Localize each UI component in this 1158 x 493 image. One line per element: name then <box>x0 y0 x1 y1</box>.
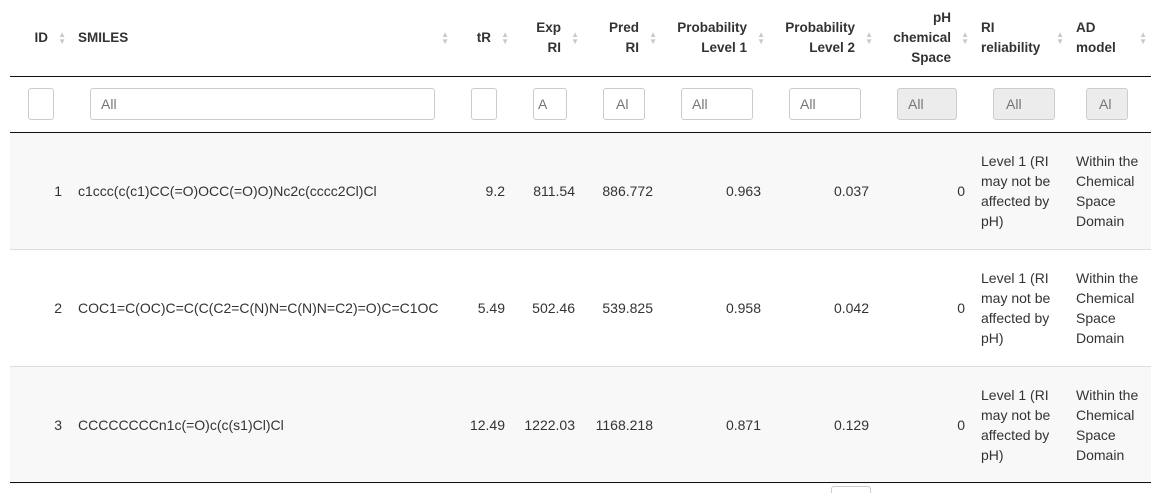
sort-icon[interactable]: ▲ ▼ <box>1056 31 1064 46</box>
cell-ri-reliability: Level 1 (RI may not be affected by pH) <box>973 249 1068 367</box>
cell-ad-model: Within the Chemical Space Domain <box>1068 249 1151 367</box>
filter-input-ri-reliability <box>993 88 1055 120</box>
column-header-label: pH <box>933 10 951 25</box>
sort-icon[interactable]: ▲ ▼ <box>501 31 509 46</box>
column-header-label: Level 2 <box>809 40 855 55</box>
cell-ad-model: Within the Chemical Space Domain <box>1068 366 1151 484</box>
cell-ph-chemical-space: 0 <box>877 249 973 367</box>
column-header-id[interactable]: ID ▲ ▼ <box>10 0 70 77</box>
filter-input-tr[interactable] <box>471 88 497 120</box>
column-header-label: ID <box>34 30 49 45</box>
cell-pred-ri: 886.772 <box>602 183 653 199</box>
column-header-label: Pred <box>608 20 639 35</box>
column-header-label: Probability <box>785 20 855 35</box>
cell-probability-level-1: 0.871 <box>661 366 769 484</box>
cell-smiles: CCCCCCCCn1c(=O)c(c(s1)Cl)Cl <box>70 366 453 484</box>
column-header-label: Space <box>911 50 951 65</box>
cell-probability-level-1: 0.963 <box>725 183 761 199</box>
table-row[interactable]: 2 COC1=C(OC)C=C(C(C2=C(N)N=C(N)N=C2)=O)C… <box>10 249 1151 367</box>
column-header-exp-ri[interactable]: Exp RI ▲ ▼ <box>513 0 583 77</box>
column-header-label: Exp <box>536 20 561 35</box>
table-row[interactable]: 1 c1ccc(c(c1)CC(=O)OCC(=O)O)Nc2c(cccc2Cl… <box>10 132 1151 250</box>
results-table: ID ▲ ▼ SMILES ▲ ▼ tR ▲ ▼ Exp RI ▲ ▼ Pred RI … <box>10 0 1151 484</box>
filter-input-pred-ri[interactable] <box>603 88 645 120</box>
sort-icon[interactable]: ▲ ▼ <box>1139 31 1147 46</box>
filter-cell-exp-ri <box>513 76 583 133</box>
filter-input-smiles[interactable] <box>90 88 435 120</box>
column-header-probability-level-1[interactable]: Probability Level 1 ▲ ▼ <box>661 0 769 77</box>
column-header-label: Level 1 <box>701 40 747 55</box>
column-header-label: reliability <box>981 40 1041 55</box>
column-header-ph-chemical-space[interactable]: pH chemical Space ▲ ▼ <box>877 0 973 77</box>
cell-tr: 12.49 <box>453 366 513 484</box>
column-header-label: model <box>1076 40 1116 55</box>
filter-cell-pred-ri <box>583 76 661 133</box>
filter-input-id[interactable] <box>28 88 54 120</box>
cell-pred-ri: 1168.218 <box>583 366 661 484</box>
cell-exp-ri: 1222.03 <box>513 366 583 484</box>
table-row[interactable]: 3 CCCCCCCCn1c(=O)c(c(s1)Cl)Cl 12.49 1222… <box>10 366 1151 484</box>
column-header-probability-level-2[interactable]: Probability Level 2 ▲ ▼ <box>769 0 877 77</box>
filter-input-probability-level-1[interactable] <box>681 88 753 120</box>
sort-icon[interactable]: ▲ ▼ <box>865 31 873 46</box>
filter-cell-tr <box>453 76 513 133</box>
column-header-label: Probability <box>677 20 747 35</box>
cell-tr: 5.49 <box>453 249 513 367</box>
cell-exp-ri: 502.46 <box>513 249 583 367</box>
column-header-label: RI <box>625 40 640 55</box>
cell-id: 1 <box>54 183 62 199</box>
column-header-tr[interactable]: tR ▲ ▼ <box>453 0 513 77</box>
cell-id: 2 <box>10 249 70 367</box>
cell-probability-level-2: 0.129 <box>769 366 877 484</box>
column-header-label: AD <box>1076 20 1096 35</box>
filter-input-exp-ri[interactable] <box>533 88 567 120</box>
column-header-label: RI <box>547 40 562 55</box>
sort-icon[interactable]: ▲ ▼ <box>441 31 449 46</box>
filter-cell-probability-level-1 <box>661 76 769 133</box>
cell-ri-reliability: Level 1 (RI may not be affected by pH) <box>981 153 1051 229</box>
table-bottom-border <box>10 482 1151 483</box>
cell-smiles: COC1=C(OC)C=C(C(C2=C(N)N=C(N)N=C2)=O)C=C… <box>70 249 453 367</box>
filter-input-probability-level-2[interactable] <box>789 88 861 120</box>
column-header-ri-reliability[interactable]: RI reliability ▲ ▼ <box>973 0 1068 77</box>
sort-icon[interactable]: ▲ ▼ <box>757 31 765 46</box>
cell-probability-level-2: 0.037 <box>833 183 869 199</box>
sort-icon[interactable]: ▲ ▼ <box>649 31 657 46</box>
filter-cell-ph-chemical-space <box>877 76 973 133</box>
column-header-pred-ri[interactable]: Pred RI ▲ ▼ <box>583 0 661 77</box>
cell-tr: 9.2 <box>485 183 505 199</box>
column-header-label: chemical <box>893 30 951 45</box>
sort-icon[interactable]: ▲ ▼ <box>961 31 969 46</box>
cell-probability-level-2: 0.042 <box>769 249 877 367</box>
filter-cell-ad-model <box>1068 76 1151 133</box>
filter-cell-smiles <box>70 76 453 133</box>
filter-cell-ri-reliability <box>973 76 1068 133</box>
cell-smiles: c1ccc(c(c1)CC(=O)OCC(=O)O)Nc2c(cccc2Cl)C… <box>78 183 377 199</box>
sort-icon[interactable]: ▲ ▼ <box>571 31 579 46</box>
cell-ri-reliability: Level 1 (RI may not be affected by pH) <box>973 366 1068 484</box>
cell-ad-model: Within the Chemical Space Domain <box>1076 153 1139 229</box>
pagination-control[interactable] <box>831 486 871 493</box>
column-header-smiles[interactable]: SMILES ▲ ▼ <box>70 0 453 77</box>
filter-input-ph-chemical-space <box>897 88 957 120</box>
filter-cell-probability-level-2 <box>769 76 877 133</box>
cell-pred-ri: 539.825 <box>583 249 661 367</box>
sort-icon[interactable]: ▲ ▼ <box>58 31 66 46</box>
cell-exp-ri: 811.54 <box>533 183 575 199</box>
filter-cell-id <box>10 76 70 133</box>
cell-ph-chemical-space: 0 <box>877 366 973 484</box>
cell-ph-chemical-space: 0 <box>957 183 965 199</box>
column-header-label: RI <box>981 20 995 35</box>
cell-probability-level-1: 0.958 <box>661 249 769 367</box>
cell-id: 3 <box>10 366 70 484</box>
column-header-ad-model[interactable]: AD model ▲ ▼ <box>1068 0 1151 77</box>
column-header-label: SMILES <box>78 30 129 45</box>
column-header-label: tR <box>476 30 491 45</box>
filter-input-ad-model <box>1086 88 1128 120</box>
